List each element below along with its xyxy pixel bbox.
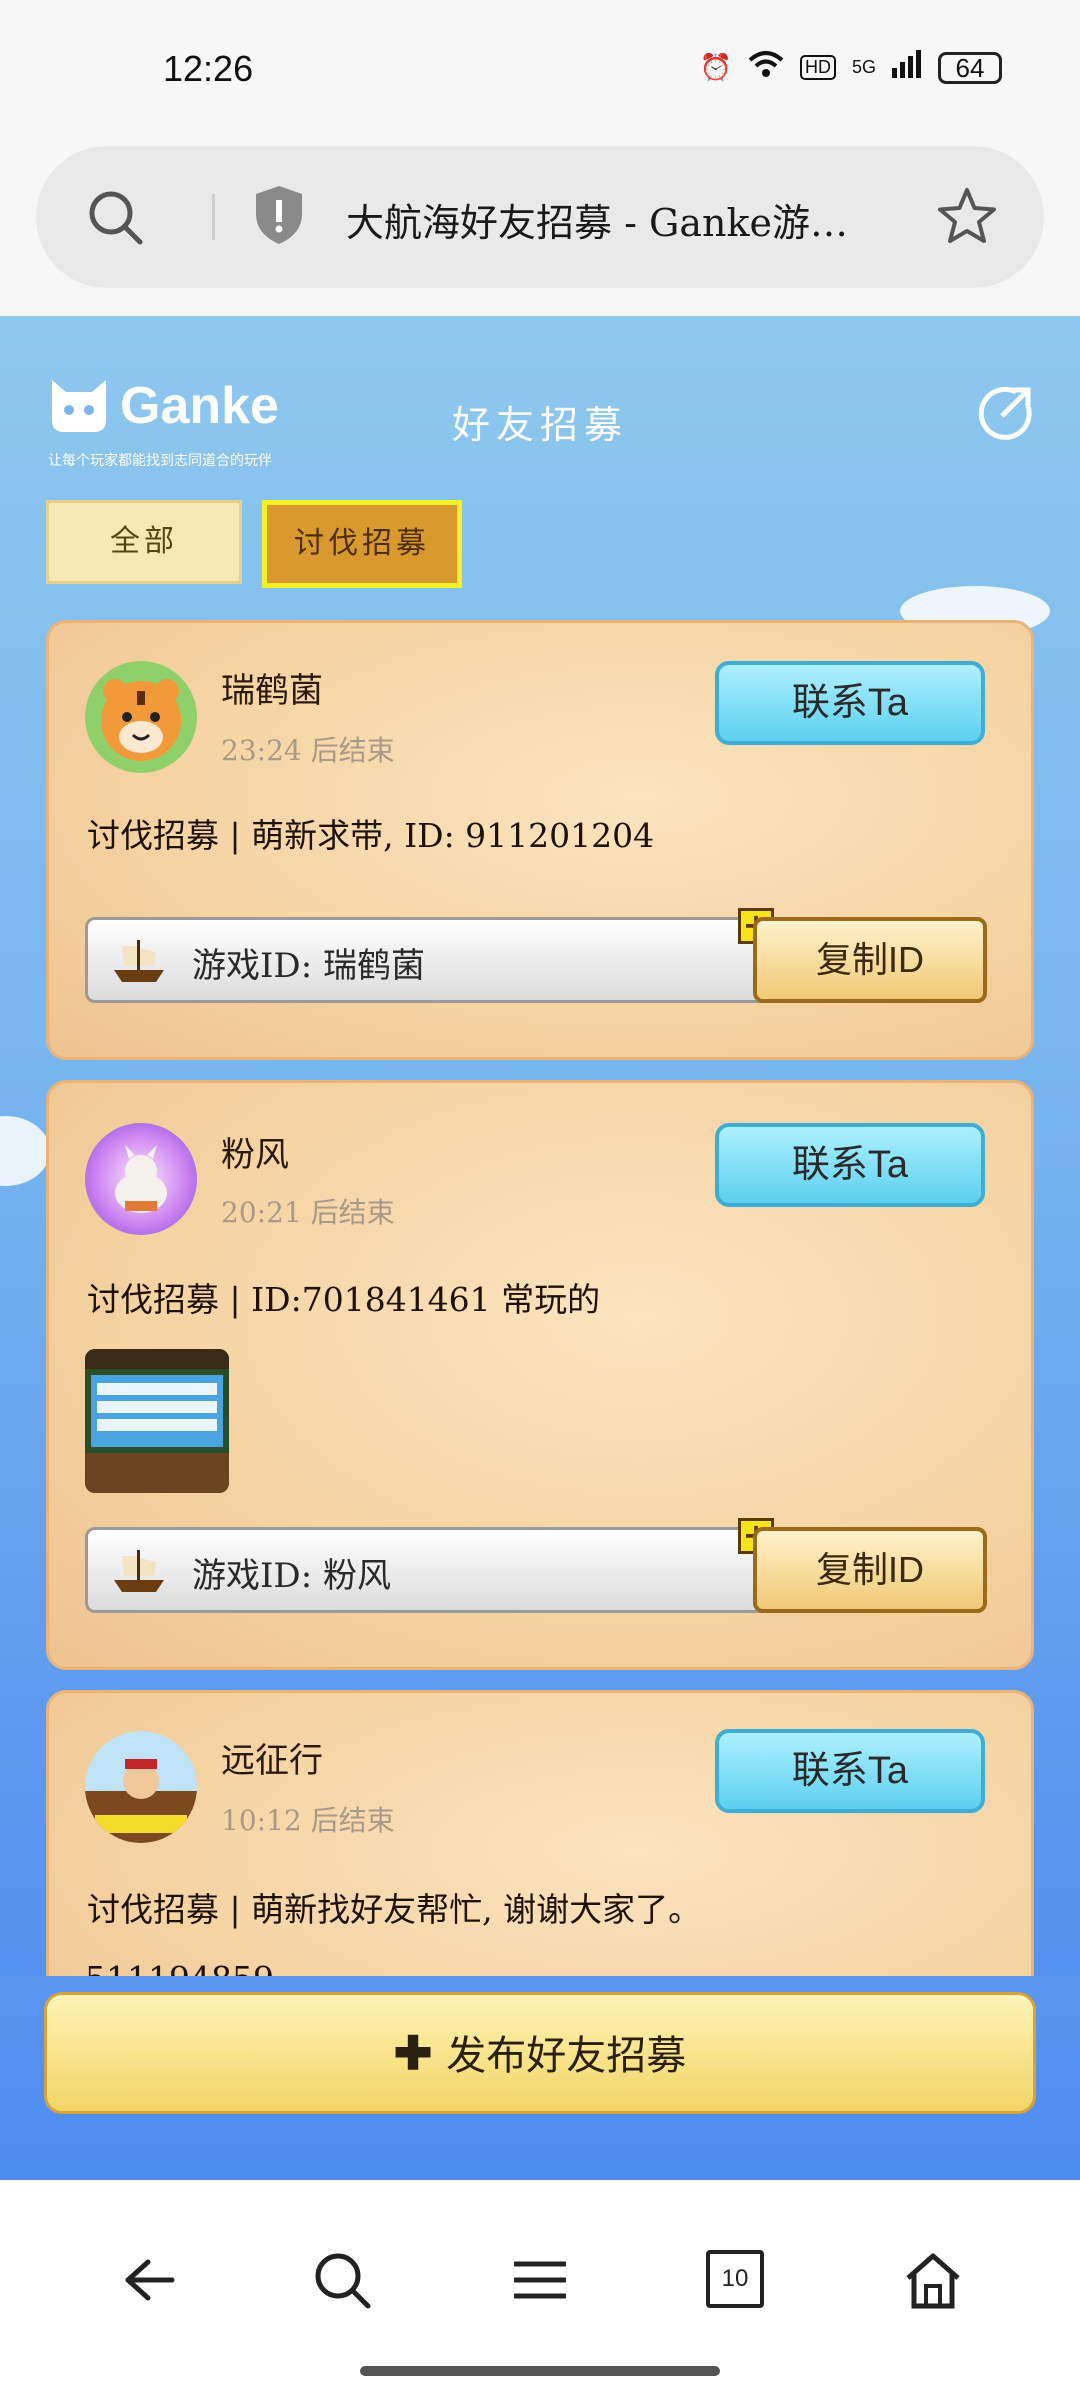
avatar[interactable] [85,1731,197,1843]
end-time: 23:24 后结束 [221,734,395,767]
search-icon[interactable] [86,188,146,252]
ship-icon [110,936,168,990]
post-text: 讨伐招募 | 萌新找好友帮忙, 谢谢大家了。 [87,1890,702,1929]
url-title[interactable]: 大航海好友招募 - Ganke游… [346,192,848,247]
publish-label: 发布好友招募 [446,2034,687,2078]
tabs-icon[interactable]: 10 [706,2250,764,2308]
hd-icon: HD [799,55,836,80]
avatar[interactable] [85,661,197,773]
tab-all[interactable]: 全部 [46,500,242,584]
user-name: 瑞鹤菌 [221,671,323,711]
cloud-decoration [0,1116,50,1186]
wifi-icon [748,50,784,85]
copy-id-button[interactable]: 复制ID [753,1527,987,1613]
copy-id-button[interactable]: 复制ID [753,917,987,1003]
network-label: 5G [851,57,876,77]
status-bar: 12:26 ⏰ HD 5G 64 [0,0,1080,140]
page-title: 好友招募 [451,403,628,447]
tabs-count: 10 [706,2250,764,2308]
back-icon[interactable] [118,2250,178,2314]
battery-icon: 64 [938,51,1002,84]
tab-attack-recruit[interactable]: 讨伐招募 [262,500,462,588]
contact-button[interactable]: 联系Ta [715,1123,985,1207]
game-id-bar: 游戏ID: 瑞鹤菌 + 复制ID [85,908,987,1003]
brand-slogan: 让每个玩家都能找到志同道合的玩伴 [48,453,272,469]
alarm-icon: ⏰ [699,52,732,82]
publish-recruit-button[interactable]: ✚ 发布好友招募 [44,1992,1036,2114]
star-icon[interactable] [936,186,998,252]
post-text: 讨伐招募 | 萌新求带, ID: 911201204 [87,816,655,855]
web-page: Ganke 让每个玩家都能找到志同道合的玩伴 好友招募 全部 讨伐招募 瑞鹤菌 … [0,316,1080,2180]
gesture-bar[interactable] [360,2366,720,2376]
plus-icon: ✚ [393,2027,433,2079]
contact-button[interactable]: 联系Ta [715,661,985,745]
recruit-card: 粉风 20:21 后结束 联系Ta 讨伐招募 | ID:701841461 常玩… [46,1080,1034,1670]
signal-icon [892,50,922,85]
user-name: 远征行 [221,1741,323,1781]
post-text: 讨伐招募 | ID:701841461 常玩的 [87,1280,601,1319]
screenshot-thumbnail[interactable] [85,1349,229,1493]
share-icon[interactable] [976,384,1034,446]
game-id-text: 游戏ID: 粉风 [192,1556,391,1596]
home-icon[interactable] [902,2250,964,2314]
end-time: 10:12 后结束 [221,1804,395,1837]
ship-icon [110,1546,168,1600]
avatar[interactable] [85,1123,197,1235]
menu-icon[interactable] [510,2250,570,2314]
end-time: 20:21 后结束 [221,1196,395,1229]
recruit-card: 瑞鹤菌 23:24 后结束 联系Ta 讨伐招募 | 萌新求带, ID: 9112… [46,620,1034,1060]
url-divider [212,194,215,240]
contact-button[interactable]: 联系Ta [715,1729,985,1813]
status-icons: ⏰ HD 5G 64 [700,50,1002,85]
search-icon[interactable] [312,2250,372,2314]
game-id-bar: 游戏ID: 粉风 + 复制ID [85,1518,987,1613]
game-id-text: 游戏ID: 瑞鹤菌 [192,946,425,986]
user-name: 粉风 [221,1135,289,1175]
shield-icon[interactable] [252,184,306,250]
status-time: 12:26 [163,48,254,89]
browser-url-bar[interactable]: 大航海好友招募 - Ganke游… [36,146,1044,288]
